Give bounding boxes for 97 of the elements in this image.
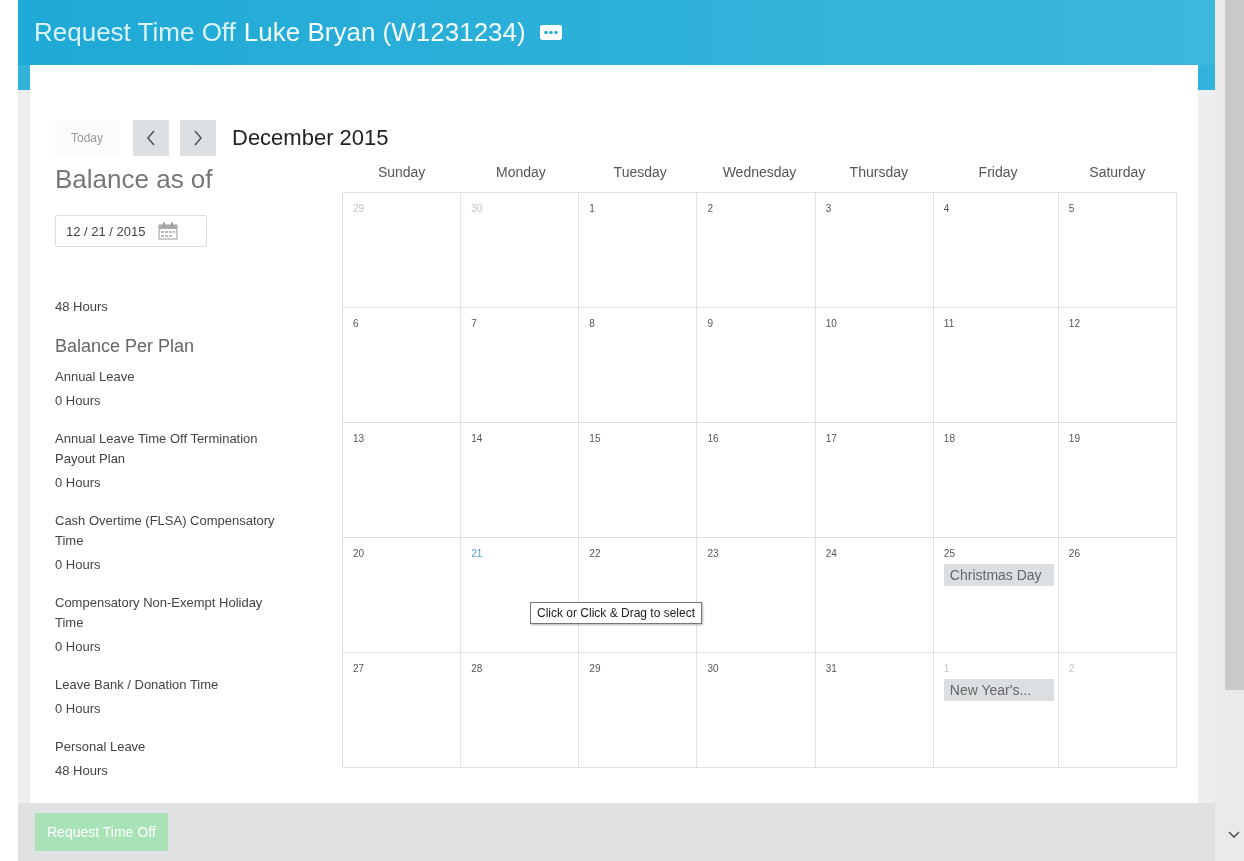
- day-cell[interactable]: 11: [933, 308, 1059, 423]
- day-number: 10: [825, 318, 837, 329]
- day-cell[interactable]: 29: [579, 653, 698, 768]
- holiday-event[interactable]: Christmas Day: [943, 564, 1054, 586]
- day-cell[interactable]: 25 Christmas Day: [933, 538, 1059, 653]
- weekday-label: Friday: [977, 164, 1019, 180]
- day-number: 11: [943, 318, 955, 329]
- weekday-label: Tuesday: [612, 164, 668, 180]
- day-number: 21: [471, 548, 483, 559]
- day-cell[interactable]: 27: [343, 653, 462, 768]
- plan-heading: Balance Per Plan: [55, 336, 196, 357]
- day-number: 30: [471, 203, 483, 214]
- day-cell[interactable]: 17: [815, 423, 934, 538]
- chevron-right-icon[interactable]: [193, 130, 203, 146]
- day-number: 19: [1068, 433, 1080, 444]
- day-number: 12: [1068, 318, 1080, 329]
- day-cell[interactable]: 9: [697, 308, 816, 423]
- day-number: 26: [1068, 548, 1080, 559]
- day-number: 28: [471, 663, 483, 674]
- day-cell[interactable]: 14: [461, 423, 580, 538]
- day-number: 4: [943, 203, 950, 214]
- plan-name: Annual Leave: [55, 368, 136, 386]
- day-cell[interactable]: 15: [579, 423, 698, 538]
- day-cell[interactable]: 7: [461, 308, 580, 423]
- day-number: 6: [353, 318, 359, 329]
- day-number: 1: [589, 203, 595, 214]
- plan-hours: 0 Hours: [55, 556, 102, 574]
- day-number: 20: [353, 548, 365, 559]
- tooltip: Click or Click & Drag to select: [530, 602, 703, 624]
- page-title: Request Time Off: [34, 17, 236, 48]
- plan-name: Leave Bank / Donation Time: [55, 676, 220, 694]
- weekday-label: Wednesday: [721, 164, 798, 180]
- day-number: 25: [943, 548, 955, 559]
- day-cell[interactable]: 13: [343, 423, 462, 538]
- day-cell[interactable]: 5: [1058, 193, 1177, 308]
- weekday-label: Monday: [495, 164, 547, 180]
- day-number: 31: [825, 663, 837, 674]
- day-cell[interactable]: 26: [1058, 538, 1177, 653]
- plan-name: Personal Leave: [55, 738, 147, 756]
- day-number: 8: [589, 318, 595, 329]
- day-number: 22: [589, 548, 601, 559]
- day-cell[interactable]: 30: [697, 653, 816, 768]
- month-title: December 2015: [232, 125, 389, 151]
- plan-name: Annual Leave Time Off Termination Payout Plan: [55, 430, 259, 468]
- day-cell[interactable]: 4: [933, 193, 1059, 308]
- weekday-label: Saturday: [1088, 164, 1147, 180]
- day-number: 9: [707, 318, 714, 329]
- day-number: 3: [825, 203, 832, 214]
- day-number: 16: [707, 433, 719, 444]
- weekday-label: Sunday: [376, 164, 427, 180]
- day-number: 14: [471, 433, 483, 444]
- day-number: 15: [589, 433, 601, 444]
- plan-name: Compensatory Non-Exempt Holiday Time: [55, 594, 264, 632]
- day-cell[interactable]: 18: [933, 423, 1059, 538]
- chevron-left-icon[interactable]: [146, 130, 156, 146]
- plan-name: Cash Overtime (FLSA) Compensatory Time: [55, 512, 276, 550]
- total-hours: 48 Hours: [55, 299, 109, 314]
- day-number: 5: [1068, 203, 1075, 214]
- day-cell[interactable]: 19: [1058, 423, 1177, 538]
- plan-hours: 0 Hours: [55, 474, 102, 492]
- day-number: 23: [707, 548, 719, 559]
- chevron-down-icon[interactable]: [1228, 831, 1240, 839]
- day-cell[interactable]: 28: [461, 653, 580, 768]
- day-cell[interactable]: 3: [815, 193, 934, 308]
- balance-heading: Balance as of: [55, 164, 214, 195]
- day-cell[interactable]: 16: [697, 423, 816, 538]
- plan-hours: 0 Hours: [55, 638, 102, 656]
- day-number: 27: [353, 663, 365, 674]
- holiday-event[interactable]: New Year's...: [943, 679, 1054, 701]
- plan-hours: 0 Hours: [55, 700, 102, 718]
- day-cell[interactable]: 2: [697, 193, 816, 308]
- day-number: 17: [825, 433, 837, 444]
- day-cell[interactable]: 31: [815, 653, 934, 768]
- worker-name: Luke Bryan (W1231234): [243, 17, 526, 48]
- more-icon[interactable]: [539, 25, 562, 40]
- day-number: 1: [943, 663, 950, 674]
- day-cell[interactable]: 24: [815, 538, 934, 653]
- plan-hours: 0 Hours: [55, 392, 102, 410]
- day-number: 18: [943, 433, 955, 444]
- date-field[interactable]: 12 / 21 / 2015: [55, 215, 207, 247]
- day-number: 13: [353, 433, 365, 444]
- day-cell[interactable]: 10: [815, 308, 934, 423]
- day-cell[interactable]: 1 New Year's...: [933, 653, 1059, 768]
- day-number: 7: [471, 318, 477, 329]
- day-cell[interactable]: 8: [579, 308, 698, 423]
- day-number: 30: [707, 663, 719, 674]
- day-number: 24: [825, 548, 837, 559]
- day-number: 29: [589, 663, 601, 674]
- plan-hours: 48 Hours: [55, 762, 109, 780]
- day-cell[interactable]: 12: [1058, 308, 1177, 423]
- weekday-label: Thursday: [848, 164, 909, 180]
- day-cell[interactable]: 20: [343, 538, 462, 653]
- scrollbar-thumb[interactable]: [1225, 0, 1244, 690]
- day-number: 2: [707, 203, 714, 214]
- day-cell[interactable]: 1: [579, 193, 698, 308]
- calendar-icon[interactable]: [157, 222, 178, 240]
- day-cell[interactable]: 6: [343, 308, 462, 423]
